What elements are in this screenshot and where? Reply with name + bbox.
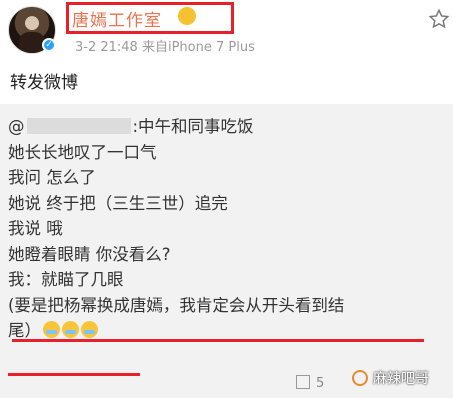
quote-line: 她说 终于把（三生三世）追完 xyxy=(8,193,228,213)
quoted-text: @ :中午和同事吃饭 她长长地叹了一口气 我问 怎么了 她说 终于把（三生三世）追… xyxy=(8,114,344,344)
quote-line: 她长长地叹了一口气 xyxy=(8,142,157,162)
post-time: 3-2 21:48 xyxy=(75,40,138,55)
emoji-icon xyxy=(178,7,196,25)
highlight-underline xyxy=(12,339,424,342)
repost-button[interactable]: 5 xyxy=(296,375,324,391)
star-icon[interactable] xyxy=(428,8,450,30)
edit-icon xyxy=(296,375,310,389)
laugh-cry-emoji-icon xyxy=(43,321,60,338)
repost-label: 转发微博 xyxy=(10,73,78,93)
watermark: 麻辣吧哥 xyxy=(373,371,429,387)
quote-line-text: 尾） xyxy=(8,321,41,340)
blurred-username xyxy=(26,118,131,134)
highlight-underline xyxy=(8,373,140,376)
watermark-logo-icon xyxy=(352,370,368,386)
quote-line: 我：就瞄了几眼 xyxy=(8,270,124,289)
post-header: ✓ 唐嫣工作室 3-2 21:48 来自iPhone 7 Plus xyxy=(0,0,453,60)
quote-line: 我说 哦 xyxy=(8,219,63,238)
verified-badge-icon: ✓ xyxy=(42,38,56,52)
repost-count: 5 xyxy=(316,376,325,391)
quote-line: (要是把杨幂换成唐嫣，我肯定会从开头看到结 xyxy=(8,295,345,315)
quote-line: 我问 怎么了 xyxy=(8,168,96,187)
post-meta: 3-2 21:48 来自iPhone 7 Plus xyxy=(75,36,255,55)
post-source: 来自iPhone 7 Plus xyxy=(141,40,255,55)
account-name[interactable]: 唐嫣工作室 xyxy=(72,6,162,31)
laugh-cry-emoji-icon xyxy=(62,321,79,338)
quote-line-text: :中午和同事吃饭 xyxy=(132,117,254,136)
quote-line: @ :中午和同事吃饭 xyxy=(8,114,344,140)
laugh-cry-emoji-icon xyxy=(81,321,98,338)
quote-line: 她瞪着眼睛 你没看么? xyxy=(8,244,171,264)
mention-prefix[interactable]: @ xyxy=(8,117,25,136)
